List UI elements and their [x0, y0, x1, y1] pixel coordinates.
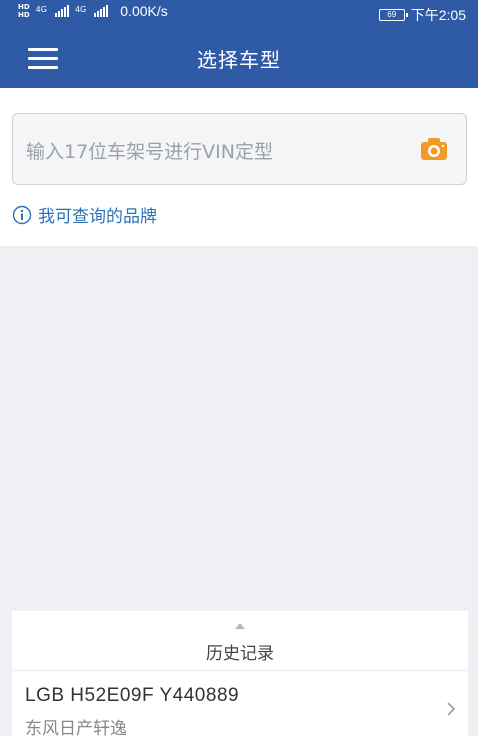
battery-icon: 69 [378, 9, 408, 21]
history-vin: LGB H52E09F Y440889 [25, 685, 240, 706]
info-icon [12, 205, 32, 224]
network-type-2: 4G [74, 4, 87, 14]
status-left: HD HD 4G 4G 0.00K/s [18, 3, 168, 19]
vin-input[interactable]: 输入17位车架号进行VIN定型 [12, 113, 467, 185]
history-item[interactable]: LGB H52E09F Y440889 东风日产轩逸 [12, 671, 468, 736]
page-title: 选择车型 [197, 48, 281, 72]
history-model: 东风日产轩逸 [25, 719, 127, 736]
network-type-1: 4G [35, 4, 47, 14]
chevron-right-icon [447, 702, 456, 716]
network-speed: 0.00K/s [120, 3, 168, 19]
brand-list-link[interactable]: 我可查询的品牌 [12, 202, 157, 227]
brand-list-label: 我可查询的品牌 [38, 207, 157, 227]
signal-icon [94, 5, 109, 17]
status-right: 69 下午2:05 [378, 5, 466, 25]
hd-indicator: HD HD [18, 3, 30, 19]
hd-label-2: HD [18, 11, 30, 19]
history-title: 历史记录 [206, 644, 274, 664]
search-panel: 输入17位车架号进行VIN定型 我可查询的品牌 [0, 88, 478, 246]
title-bar: 选择车型 [0, 28, 478, 88]
history-card: 历史记录 LGB H52E09F Y440889 东风日产轩逸 [12, 611, 468, 736]
clock: 下午2:05 [410, 7, 466, 23]
vin-placeholder: 输入17位车架号进行VIN定型 [26, 141, 273, 163]
caret-up-icon[interactable] [234, 622, 246, 630]
signal-icon [54, 5, 69, 17]
camera-icon[interactable] [420, 137, 448, 161]
status-bar: HD HD 4G 4G 0.00K/s 69 下午2:05 [0, 0, 478, 28]
hd-label-1: HD [18, 3, 30, 11]
